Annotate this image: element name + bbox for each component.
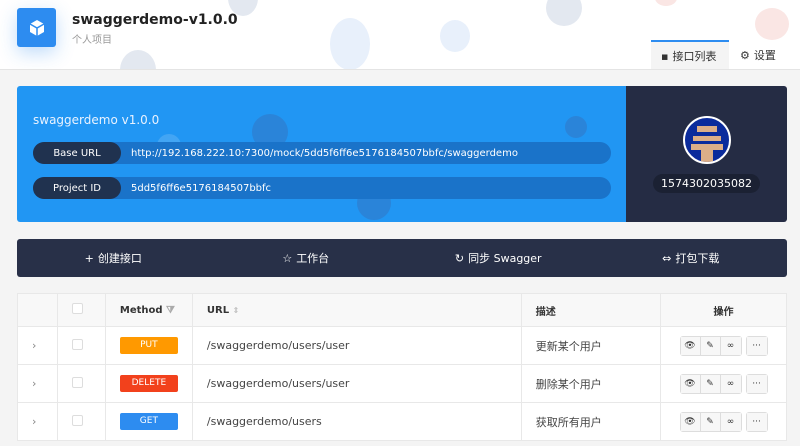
table-row: › DELETE /swaggerdemo/users/user 删除某个用户 … xyxy=(17,364,787,403)
project-subtitle: 个人项目 xyxy=(72,35,112,46)
expand-chevron-icon[interactable]: › xyxy=(32,377,36,390)
sync-icon: ↻ xyxy=(454,251,465,265)
more-icon[interactable]: ··· xyxy=(746,374,767,393)
create-api-button[interactable]: + 创建接口 xyxy=(17,239,210,277)
project-logo-cube-icon xyxy=(17,8,56,47)
table-header: Method ⧩ URL ⇕ 描述 操作 xyxy=(17,293,787,327)
download-button[interactable]: ⇔ 打包下载 xyxy=(595,239,788,277)
copy-link-icon[interactable]: ∞ xyxy=(720,374,741,393)
preview-eye-icon[interactable]: 👁 xyxy=(680,336,701,355)
base-url-value: http://192.168.222.10:7300/mock/5dd5f6ff… xyxy=(131,147,518,159)
tab-label: 设置 xyxy=(753,49,776,62)
base-url-label: Base URL xyxy=(33,142,121,164)
project-id-field[interactable]: Project ID 5dd5f6ff6e5176184507bbfc xyxy=(33,177,611,199)
api-table: Method ⧩ URL ⇕ 描述 操作 › PUT /swaggerdemo/… xyxy=(17,293,787,441)
ops-header: 操作 xyxy=(660,293,787,327)
url-header: URL xyxy=(206,304,230,316)
copy-link-icon[interactable]: ∞ xyxy=(720,412,741,431)
preview-eye-icon[interactable]: 👁 xyxy=(680,374,701,393)
preview-eye-icon[interactable]: 👁 xyxy=(680,412,701,431)
expand-chevron-icon[interactable]: › xyxy=(32,415,36,428)
table-row: › PUT /swaggerdemo/users/user 更新某个用户 👁 ✎ ∞… xyxy=(17,326,787,365)
project-id-value: 5dd5f6ff6e5176184507bbfc xyxy=(131,182,272,194)
button-label: 工作台 xyxy=(296,252,330,265)
header: swaggerdemo-v1.0.0 个人项目 ▪ 接口列表 ⚙ 设置 xyxy=(0,0,800,70)
more-icon[interactable]: ··· xyxy=(746,412,767,431)
project-title: swaggerdemo-v1.0.0 xyxy=(72,12,238,28)
filter-icon[interactable]: ⧩ xyxy=(166,305,175,316)
method-badge: DELETE xyxy=(119,375,178,392)
base-url-field[interactable]: Base URL http://192.168.222.10:7300/mock/… xyxy=(33,142,611,164)
url-cell[interactable]: /swaggerdemo/users/user xyxy=(191,364,522,403)
desc-cell: 删除某个用户 xyxy=(520,364,662,403)
gear-icon: ⚙ xyxy=(740,48,750,62)
workbench-button[interactable]: ☆ 工作台 xyxy=(210,239,403,277)
list-icon: ▪ xyxy=(661,49,669,63)
plus-icon: + xyxy=(84,251,94,265)
star-icon: ☆ xyxy=(282,251,293,265)
user-panel: 1574302035082 xyxy=(626,86,787,222)
method-badge: PUT xyxy=(119,337,178,354)
avatar[interactable] xyxy=(682,116,731,164)
edit-pencil-icon[interactable]: ✎ xyxy=(700,374,721,393)
desc-cell: 获取所有用户 xyxy=(520,402,662,441)
project-info-panel: swaggerdemo v1.0.0 Base URL http://192.16… xyxy=(17,86,626,222)
url-cell[interactable]: /swaggerdemo/users/user xyxy=(191,326,522,365)
project-id-label: Project ID xyxy=(33,177,121,199)
more-icon[interactable]: ··· xyxy=(746,336,767,355)
url-cell[interactable]: /swaggerdemo/users xyxy=(191,402,522,441)
method-badge: GET xyxy=(119,413,178,430)
user-id: 1574302035082 xyxy=(653,174,760,193)
action-bar: + 创建接口 ☆ 工作台 ↻ 同步 Swagger ⇔ 打包下载 xyxy=(17,239,787,277)
row-checkbox[interactable] xyxy=(71,414,83,426)
button-label: 同步 Swagger xyxy=(468,252,542,265)
button-label: 创建接口 xyxy=(97,252,142,265)
tab-api-list[interactable]: ▪ 接口列表 xyxy=(651,40,729,69)
tab-label: 接口列表 xyxy=(672,50,717,63)
sort-icon[interactable]: ⇕ xyxy=(233,306,240,315)
select-all-checkbox[interactable] xyxy=(71,303,83,314)
project-name: swaggerdemo v1.0.0 xyxy=(33,113,160,127)
copy-link-icon[interactable]: ∞ xyxy=(720,336,741,355)
tab-settings[interactable]: ⚙ 设置 xyxy=(730,40,786,69)
table-row: › GET /swaggerdemo/users 获取所有用户 👁 ✎ ∞ ··· xyxy=(17,402,787,441)
edit-pencil-icon[interactable]: ✎ xyxy=(700,412,721,431)
sync-swagger-button[interactable]: ↻ 同步 Swagger xyxy=(402,239,595,277)
button-label: 打包下载 xyxy=(675,252,720,265)
method-header: Method xyxy=(119,304,163,316)
row-checkbox[interactable] xyxy=(71,376,83,388)
desc-header: 描述 xyxy=(520,293,662,327)
edit-pencil-icon[interactable]: ✎ xyxy=(700,336,721,355)
row-checkbox[interactable] xyxy=(71,338,83,350)
link-icon: ⇔ xyxy=(662,251,672,265)
expand-chevron-icon[interactable]: › xyxy=(32,339,36,352)
desc-cell: 更新某个用户 xyxy=(520,326,662,365)
